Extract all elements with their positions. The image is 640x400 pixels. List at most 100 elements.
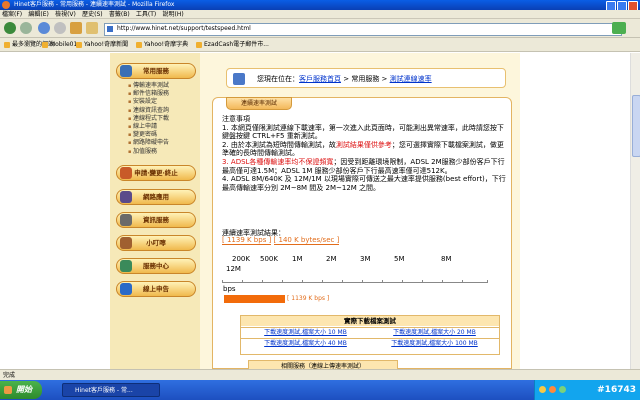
sidebar-main-label: 常用服務 xyxy=(143,67,169,75)
sidebar-item[interactable]: 網路障礙申告 xyxy=(128,139,198,147)
stop-icon[interactable] xyxy=(54,22,66,34)
home-icon xyxy=(233,73,245,85)
result-kbps: [ 1139 K bps ] xyxy=(222,236,272,245)
taskbar: 開始 Hinet客戶服務 - 常... #16743 xyxy=(0,380,640,400)
result-values: [ 1139 K bps ] [ 140 K bytes/sec ] xyxy=(222,236,340,245)
sidebar-button-tips[interactable]: 小叮嚀 xyxy=(116,235,196,251)
tray-icon[interactable] xyxy=(559,386,566,393)
tips-icon xyxy=(120,237,132,249)
sidebar-main-button[interactable]: 常用服務 xyxy=(116,63,196,79)
service-center-icon xyxy=(120,260,132,272)
download-test-table: 實際下載檔案測試 下載速度測試,檔案大小 10 MB 下載速度測試,檔案大小 2… xyxy=(240,315,500,355)
note-2-highlight: 測試結果僅供參考 xyxy=(335,140,392,149)
note-3-highlight: 3. ADSL各種傳輸速率均不保證頻寬 xyxy=(222,157,334,166)
computer-icon xyxy=(120,214,132,226)
bookmark-star-icon[interactable] xyxy=(86,22,98,34)
panel-tab: 連續速率測試 xyxy=(226,97,292,110)
bookmark-item[interactable]: Mobile01 xyxy=(42,40,77,50)
service-icon xyxy=(120,65,132,77)
address-url: http://www.hinet.net/support/testspeed.h… xyxy=(117,25,251,32)
forward-icon[interactable] xyxy=(20,22,32,34)
menu-edit[interactable]: 編輯(E) xyxy=(28,10,48,19)
address-bar[interactable]: http://www.hinet.net/support/testspeed.h… xyxy=(104,23,622,36)
sidebar-item[interactable]: 安裝設定 xyxy=(128,98,198,106)
site-favicon xyxy=(107,26,113,32)
sidebar-submenu: 傳輸速率測試 郵件信箱服務 安裝設定 連線資訊查詢 連線程式下載 線上申請 變更… xyxy=(128,82,198,156)
sidebar-item[interactable]: 線上申請 xyxy=(128,123,198,131)
notes-title: 注意事項 xyxy=(222,115,250,123)
bookmark-item[interactable]: EzadCash電子郵件市... xyxy=(196,40,269,50)
taskbar-task[interactable]: Hinet客戶服務 - 常... xyxy=(62,383,160,397)
sidebar-item[interactable]: 連線程式下載 xyxy=(128,115,198,123)
scale-tick: 3M xyxy=(360,255,371,263)
back-icon[interactable] xyxy=(4,22,16,34)
sidebar-button-network[interactable]: 網路應用 xyxy=(116,189,196,205)
menu-tools[interactable]: 工具(T) xyxy=(136,10,156,19)
sidebar-button-report[interactable]: 線上申告 xyxy=(116,281,196,297)
firefox-icon xyxy=(2,1,10,9)
download-link-10mb[interactable]: 下載速度測試,檔案大小 10 MB xyxy=(241,327,370,338)
scrollbar-thumb[interactable] xyxy=(632,95,640,157)
download-link-20mb[interactable]: 下載速度測試,檔案大小 20 MB xyxy=(370,327,499,338)
menu-help[interactable]: 說明(H) xyxy=(163,10,184,19)
breadcrumb: 您現在位在：客戶服務首頁 > 常用服務 > 測試連線速率 xyxy=(226,68,506,88)
scale-tick: 8M xyxy=(441,255,452,263)
tray-icon[interactable] xyxy=(549,386,556,393)
network-icon xyxy=(120,191,132,203)
window-titlebar: Hinet客戶服務 - 常用服務 - 連續速率測試 - Mozilla Fire… xyxy=(0,0,640,11)
download-test-title: 實際下載檔案測試 xyxy=(241,316,499,326)
sidebar-button-label: 網路應用 xyxy=(143,193,169,201)
scale-tick: 12M xyxy=(226,265,241,273)
sidebar-button-info[interactable]: 資訊服務 xyxy=(116,212,196,228)
start-button[interactable]: 開始 xyxy=(0,381,42,399)
speed-bar-label: [ 1139 K bps ] xyxy=(287,295,330,302)
sidebar-item[interactable]: 連線資訊查詢 xyxy=(128,107,198,115)
sidebar-button-label: 小叮嚀 xyxy=(146,239,166,247)
breadcrumb-link-speedtest[interactable]: 測試連線速率 xyxy=(390,75,432,83)
tray-icon[interactable] xyxy=(539,386,546,393)
scale-tick: 500K xyxy=(260,255,278,263)
bookmark-item[interactable]: Yahoo!奇摩字典 xyxy=(136,40,188,50)
result-kbytes: [ 140 K bytes/sec ] xyxy=(273,236,340,245)
breadcrumb-prefix: 您現在位在： xyxy=(257,75,299,83)
bookmarks-toolbar: 最多瀏覽的網站 Mobile01 Yahoo!奇摩新聞 Yahoo!奇摩字典 E… xyxy=(0,38,640,52)
speed-bar xyxy=(224,295,285,303)
notes-section: 注意事項 1. 本網頁僅限測試連線下載速率，第一次進入此頁面時，可能測出異常速率… xyxy=(222,115,508,192)
navigation-toolbar: http://www.hinet.net/support/testspeed.h… xyxy=(0,19,640,38)
sidebar-item[interactable]: 加值服務 xyxy=(128,148,198,156)
note-2-text: 2. 由於本測試為短時間傳輸測試，故 xyxy=(222,140,336,149)
status-text: 完成 xyxy=(3,372,16,379)
report-icon xyxy=(120,283,132,295)
breadcrumb-link-home[interactable]: 客戶服務首頁 xyxy=(299,75,341,83)
go-icon[interactable] xyxy=(612,22,626,34)
sidebar-button-label: 資訊服務 xyxy=(143,216,169,224)
vertical-scrollbar[interactable] xyxy=(630,53,640,369)
note-1: 1. 本網頁僅限測試連線下載速率，第一次進入此頁面時，可能測出異常速率，此時請您… xyxy=(222,123,504,141)
bookmark-item[interactable]: Yahoo!奇摩新聞 xyxy=(76,40,128,50)
download-link-40mb[interactable]: 下載速度測試,檔案大小 40 MB xyxy=(241,338,370,349)
note-3: 3. ADSL各種傳輸速率均不保證頻寬；因受到距離環境限制，ADSL 2M服務少… xyxy=(222,158,508,175)
watermark-text: #16743 xyxy=(597,385,636,395)
sidebar-button-label: 線上申告 xyxy=(143,285,169,293)
apply-icon xyxy=(120,167,132,179)
menu-file[interactable]: 檔案(F) xyxy=(2,10,22,19)
home-icon[interactable] xyxy=(70,22,82,34)
sidebar-button-label: 申請‧變更‧終止 xyxy=(134,169,178,177)
download-link-100mb[interactable]: 下載速度測試,檔案大小 100 MB xyxy=(370,338,499,349)
sidebar-item[interactable]: 傳輸速率測試 xyxy=(128,82,198,90)
sidebar-button-apply[interactable]: 申請‧變更‧終止 xyxy=(116,165,196,181)
reload-icon[interactable] xyxy=(38,22,50,34)
menu-view[interactable]: 檢視(V) xyxy=(55,10,76,19)
note-4: 4. ADSL 8M/640K 及 12M/1M 以現場實際可傳送之最大速率提供… xyxy=(222,175,506,192)
scale-axis xyxy=(222,280,488,283)
speed-scale: 200K 500K 1M 2M 3M 5M 8M 12M xyxy=(222,255,492,295)
menu-bookmarks[interactable]: 書籤(B) xyxy=(109,10,130,19)
scale-tick: 2M xyxy=(326,255,337,263)
sidebar-button-label: 服務中心 xyxy=(143,262,169,270)
menu-history[interactable]: 歷史(S) xyxy=(82,10,103,19)
sidebar-button-service-center[interactable]: 服務中心 xyxy=(116,258,196,274)
note-2: 2. 由於本測試為短時間傳輸測試，故測試結果僅供參考；您可選擇實際下載檔案測試，… xyxy=(222,141,508,158)
system-tray: #16743 xyxy=(534,380,640,400)
breadcrumb-separator: > 常用服務 > xyxy=(341,75,390,83)
scale-tick: 1M xyxy=(292,255,303,263)
